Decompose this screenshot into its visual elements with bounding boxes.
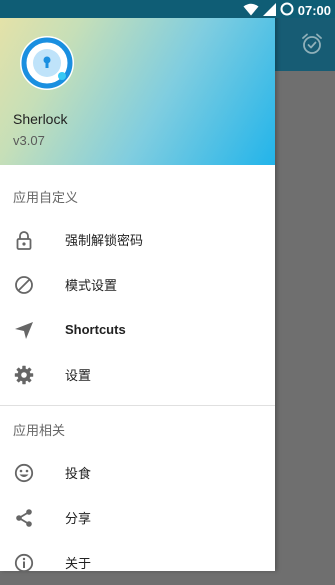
menu-item-share[interactable]: 分享 <box>0 495 275 540</box>
section-title-about-app: 应用相关 <box>13 424 66 439</box>
menu-item-label: 关于 <box>65 557 92 572</box>
alarm-check-icon[interactable] <box>300 32 324 56</box>
signal-icon <box>262 1 276 20</box>
sync-circle-icon <box>280 1 294 20</box>
menu-item-mode-settings[interactable]: 模式设置 <box>0 262 275 307</box>
menu-item-label: 模式设置 <box>65 279 118 294</box>
section-title-customize: 应用自定义 <box>13 191 79 206</box>
gear-icon <box>13 364 35 386</box>
wifi-icon <box>243 1 259 20</box>
app-name: Sherlock <box>13 111 68 127</box>
menu-item-about[interactable]: 关于 <box>0 540 275 585</box>
menu-item-label: 强制解锁密码 <box>65 234 144 249</box>
status-time: 07:00 <box>297 3 331 18</box>
menu-item-shortcuts[interactable]: Shortcuts <box>0 307 275 352</box>
lock-icon <box>13 229 35 251</box>
smiley-icon <box>13 462 35 484</box>
drawer-header: Sherlock v3.07 <box>0 0 275 165</box>
status-bar: 07:00 <box>0 0 335 18</box>
menu-item-settings[interactable]: 设置 <box>0 352 275 397</box>
app-logo-icon <box>18 34 76 92</box>
app-version: v3.07 <box>13 133 45 148</box>
menu-item-label: 分享 <box>65 512 92 527</box>
menu-item-label: Shortcuts <box>65 322 126 337</box>
menu-item-label: 投食 <box>65 467 92 482</box>
menu-item-force-unlock-password[interactable]: 强制解锁密码 <box>0 217 275 262</box>
share-icon <box>13 507 35 529</box>
menu-item-label: 设置 <box>65 369 92 384</box>
menu-item-feed[interactable]: 投食 <box>0 450 275 495</box>
section-divider <box>0 405 275 406</box>
block-icon <box>13 274 35 296</box>
send-icon <box>13 319 35 341</box>
navigation-drawer: Sherlock v3.07 应用自定义 强制解锁密码 模式设置 Shortcu… <box>0 0 275 572</box>
info-icon <box>13 552 35 574</box>
